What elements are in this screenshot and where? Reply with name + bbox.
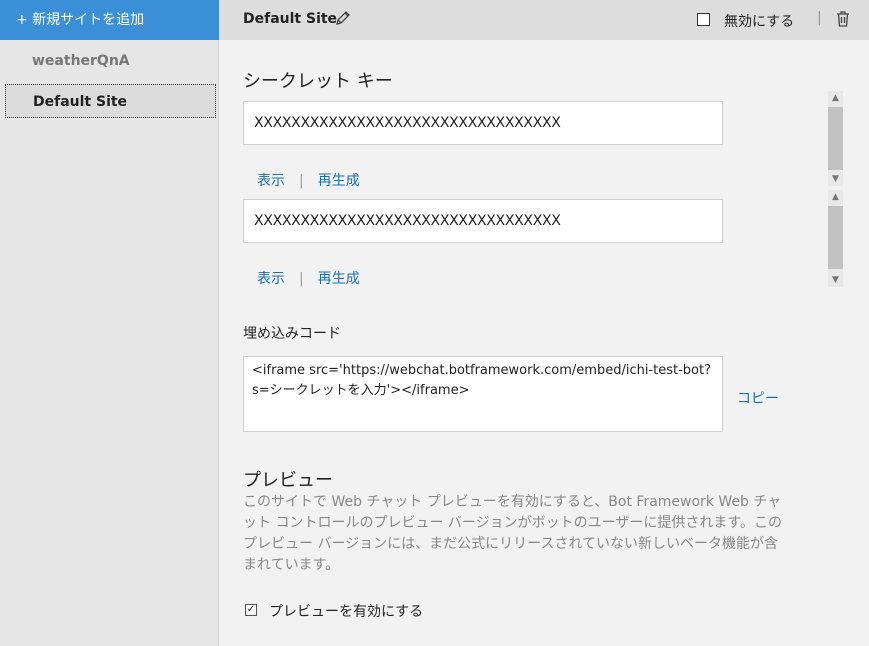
enable-preview-checkbox[interactable]: ✓ [245, 604, 257, 616]
copy-link[interactable]: コピー [737, 388, 779, 408]
scroll-thumb[interactable] [828, 206, 843, 269]
enable-preview-label[interactable]: プレビューを有効にする [269, 601, 423, 621]
embed-code-field[interactable]: <iframe src='https://webchat.botframewor… [243, 356, 723, 432]
preview-heading: プレビュー [243, 470, 333, 491]
scroll-up-arrow-icon[interactable]: ▲ [828, 190, 843, 204]
sidebar: + 新規サイトを追加 weatherQnA Default Site [0, 0, 219, 646]
sidebar-item-weatherqna[interactable]: weatherQnA [5, 44, 216, 78]
scrollbar-2[interactable]: ▲ ▼ [828, 190, 843, 287]
preview-description: このサイトで Web チャット プレビューを有効にすると、Bot Framewo… [243, 494, 782, 573]
link-separator: | [299, 173, 304, 189]
scrollbar-1[interactable]: ▲ ▼ [828, 91, 843, 186]
secret-key-2-field[interactable]: XXXXXXXXXXXXXXXXXXXXXXXXXXXXXXXXX [243, 199, 723, 243]
show-key-2-link[interactable]: 表示 [257, 271, 285, 287]
secret-key-2-actions: 表示 | 再生成 [257, 268, 360, 288]
sidebar-item-default-site[interactable]: Default Site [5, 84, 216, 118]
main-panel: シークレット キー XXXXXXXXXXXXXXXXXXXXXXXXXXXXXX… [219, 40, 869, 646]
trash-icon[interactable] [835, 10, 851, 28]
scroll-down-arrow-icon[interactable]: ▼ [828, 273, 843, 287]
add-site-button[interactable]: + 新規サイトを追加 [0, 0, 219, 40]
link-separator: | [299, 271, 304, 287]
scroll-thumb[interactable] [828, 107, 843, 170]
scroll-down-arrow-icon[interactable]: ▼ [828, 172, 843, 186]
pencil-icon[interactable] [334, 9, 352, 27]
disable-label: 無効にする [724, 14, 795, 30]
secret-key-heading: シークレット キー [243, 71, 393, 92]
scroll-up-arrow-icon[interactable]: ▲ [828, 91, 843, 105]
secret-key-1-actions: 表示 | 再生成 [257, 170, 360, 190]
show-key-1-link[interactable]: 表示 [257, 173, 285, 189]
regenerate-key-2-link[interactable]: 再生成 [318, 271, 360, 287]
site-title: Default Site [243, 11, 338, 27]
regenerate-key-1-link[interactable]: 再生成 [318, 173, 360, 189]
site-header: Default Site 無効にする | [219, 0, 869, 40]
disable-checkbox[interactable] [697, 13, 710, 26]
embed-code-heading: 埋め込みコード [243, 326, 341, 342]
secret-key-1-field[interactable]: XXXXXXXXXXXXXXXXXXXXXXXXXXXXXXXXX [243, 101, 723, 145]
header-separator: | [817, 10, 822, 26]
